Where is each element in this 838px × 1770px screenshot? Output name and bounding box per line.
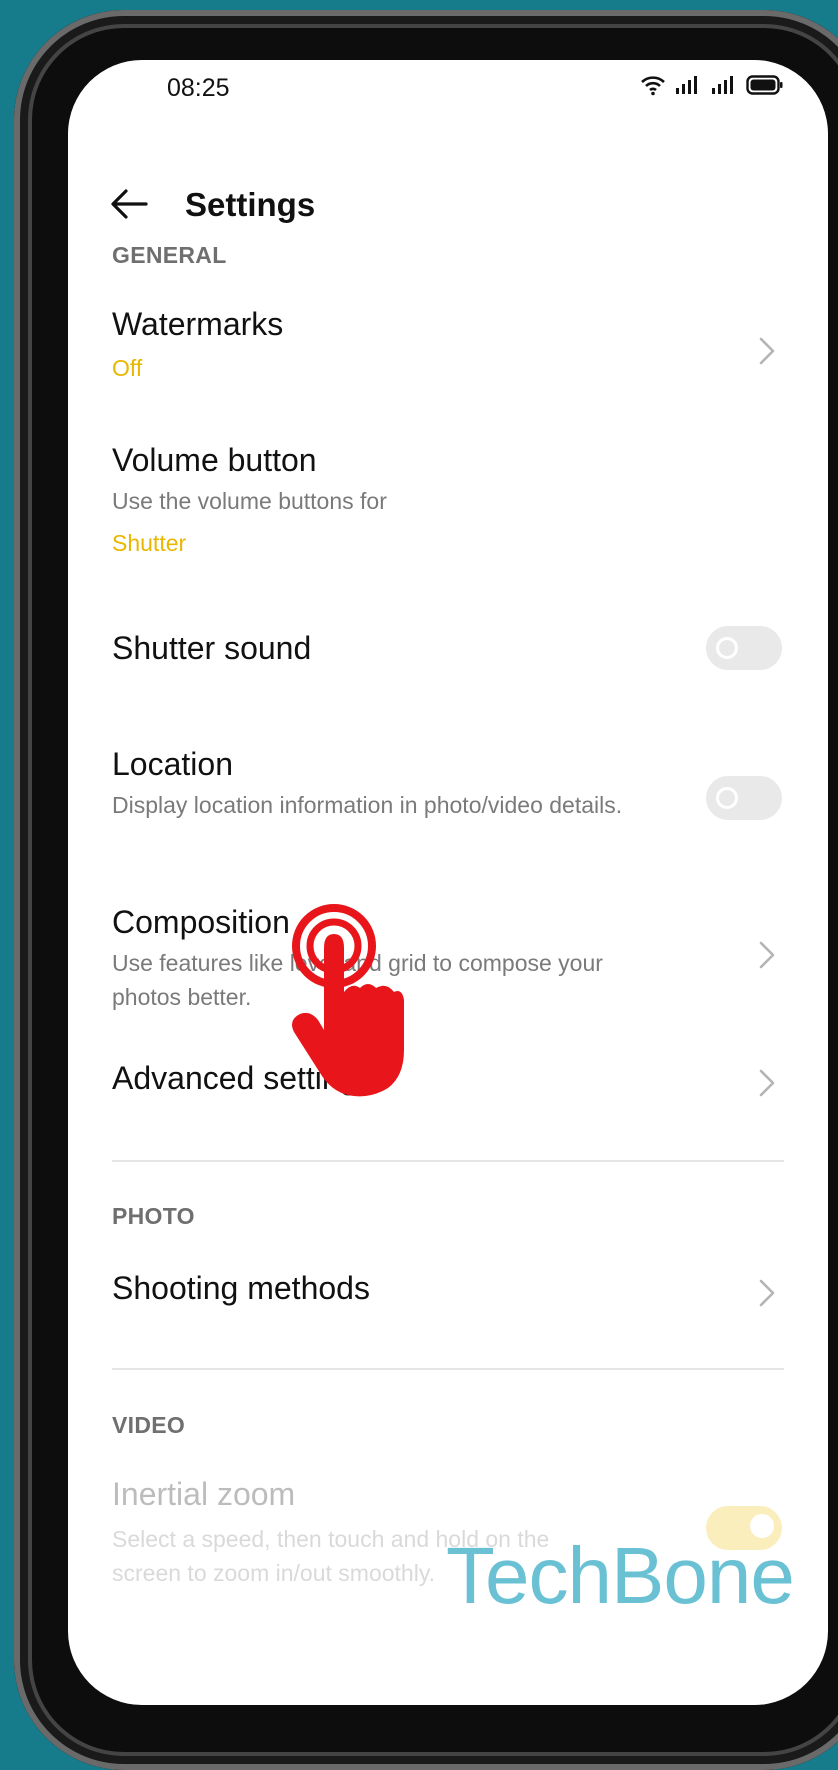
- volume-button-item[interactable]: Volume button Use the volume buttons for…: [68, 436, 828, 576]
- back-arrow-icon[interactable]: [108, 184, 150, 224]
- composition-item[interactable]: Composition Use features like level and …: [68, 898, 828, 1010]
- watermark-logo: TechBone: [446, 1531, 795, 1620]
- divider: [112, 1160, 784, 1162]
- chevron-right-icon: [759, 337, 775, 365]
- signal-strength-icon-2: [712, 76, 733, 94]
- watermarks-title: Watermarks: [112, 306, 284, 342]
- top-app-bar: Settings: [68, 170, 828, 240]
- shutter-sound-item: Shutter sound: [68, 620, 828, 700]
- tap-hand-icon: [292, 904, 404, 1097]
- shutter-sound-title: Shutter sound: [112, 630, 312, 666]
- toggle-knob: [716, 787, 738, 809]
- toggle-knob: [716, 637, 738, 659]
- screen: 08:25 Settings GENERAL Watermarks Off Vo…: [68, 60, 828, 1705]
- watermarks-value: Off: [112, 355, 143, 381]
- watermarks-item[interactable]: Watermarks Off: [68, 300, 828, 400]
- advanced-settings-item[interactable]: Advanced settings: [68, 1050, 828, 1120]
- composition-title: Composition: [112, 904, 290, 940]
- phone-frame: 08:25 Settings GENERAL Watermarks Off Vo…: [14, 10, 838, 1770]
- divider: [112, 1368, 784, 1370]
- status-time: 08:25: [167, 74, 230, 102]
- location-item: Location Display location information in…: [68, 740, 828, 850]
- volume-button-value: Shutter: [112, 530, 187, 556]
- section-header-general: GENERAL: [112, 242, 227, 268]
- chevron-right-icon: [759, 941, 775, 969]
- shooting-methods-title: Shooting methods: [112, 1270, 370, 1306]
- inertial-zoom-title: Inertial zoom: [112, 1476, 296, 1512]
- section-header-video: VIDEO: [112, 1412, 186, 1438]
- volume-button-title: Volume button: [112, 442, 317, 478]
- shutter-sound-toggle[interactable]: [706, 626, 782, 670]
- status-bar: 08:25: [68, 60, 828, 120]
- signal-strength-icon: [676, 76, 697, 94]
- page-title: Settings: [185, 186, 316, 223]
- location-toggle[interactable]: [706, 776, 782, 820]
- location-title: Location: [112, 746, 233, 782]
- chevron-right-icon: [759, 1069, 775, 1097]
- battery-icon: [746, 75, 783, 95]
- chevron-right-icon: [759, 1279, 775, 1307]
- wifi-icon: [641, 76, 665, 96]
- location-description: Display location information in photo/vi…: [112, 792, 623, 818]
- section-header-photo: PHOTO: [112, 1203, 195, 1229]
- shooting-methods-item[interactable]: Shooting methods: [68, 1256, 828, 1332]
- volume-button-description: Use the volume buttons for: [112, 488, 387, 514]
- status-icons: [640, 74, 784, 96]
